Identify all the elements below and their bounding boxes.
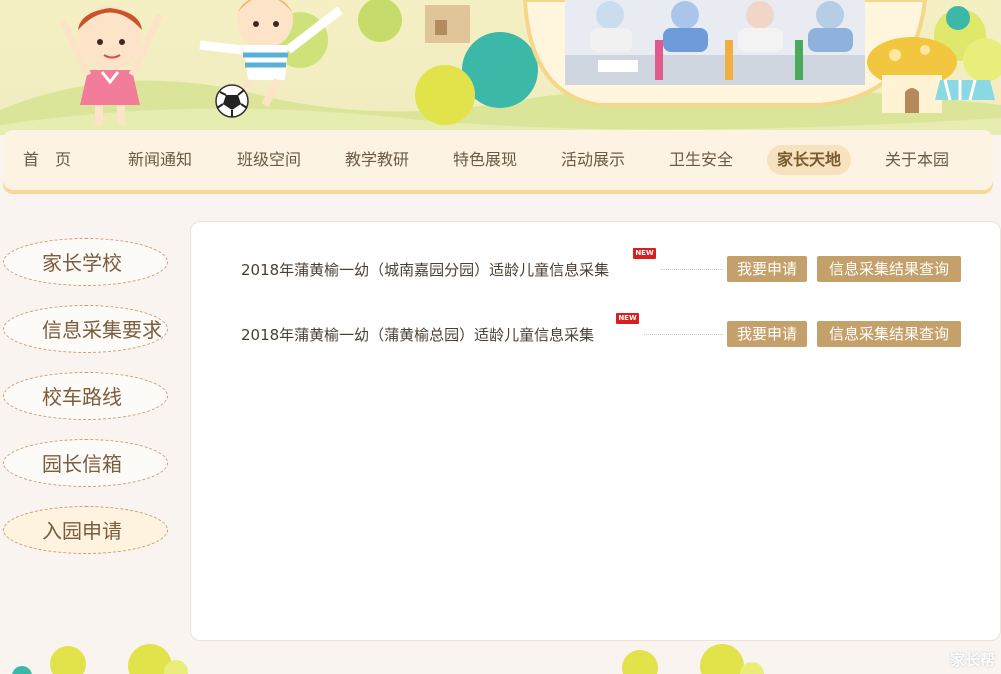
nav-item-parents[interactable]: 家长天地 — [767, 145, 852, 175]
nav-item-activities[interactable]: 活动展示 — [561, 145, 625, 175]
sidebar-item-mailbox[interactable]: 园长信箱 — [3, 439, 168, 487]
new-badge: NEW — [633, 248, 656, 259]
content-panel: 2018年蒲黄榆一幼（城南嘉园分园）适龄儿童信息采集 NEW 我要申请 信息采集… — [190, 221, 1001, 641]
sidebar-item-bus-routes[interactable]: 校车路线 — [3, 372, 168, 420]
sidebar-item-enrollment[interactable]: 入园申请 — [3, 506, 168, 554]
apply-button[interactable]: 我要申请 — [727, 256, 807, 282]
new-badge: NEW — [616, 313, 639, 324]
query-results-button[interactable]: 信息采集结果查询 — [817, 321, 961, 347]
watermark-logo: 家长帮 — [949, 651, 995, 669]
sidebar-item-parent-school[interactable]: 家长学校 — [3, 238, 168, 286]
banner-illustration — [0, 0, 1001, 135]
nav-item-class[interactable]: 班级空间 — [237, 145, 301, 175]
nav-item-safety[interactable]: 卫生安全 — [669, 145, 733, 175]
nav-item-features[interactable]: 特色展现 — [453, 145, 517, 175]
nav-item-news[interactable]: 新闻通知 — [128, 145, 192, 175]
sidebar-item-info-requirements[interactable]: 信息采集要求 — [3, 305, 168, 353]
nav-item-teaching[interactable]: 教学教研 — [345, 145, 409, 175]
nav-item-about[interactable]: 关于本园 — [885, 145, 949, 175]
list-item: 2018年蒲黄榆一幼（城南嘉园分园）适龄儿童信息采集 NEW 我要申请 信息采集… — [241, 248, 971, 282]
article-title-link[interactable]: 2018年蒲黄榆一幼（蒲黄榆总园）适龄儿童信息采集 — [241, 324, 594, 345]
dotted-divider — [661, 269, 723, 270]
nav-item-home[interactable]: 首 页 — [23, 145, 71, 175]
dotted-divider — [644, 334, 723, 335]
header-banner — [0, 0, 1001, 135]
query-results-button[interactable]: 信息采集结果查询 — [817, 256, 961, 282]
article-title-link[interactable]: 2018年蒲黄榆一幼（城南嘉园分园）适龄儿童信息采集 — [241, 259, 609, 280]
list-item: 2018年蒲黄榆一幼（蒲黄榆总园）适龄儿童信息采集 NEW 我要申请 信息采集结… — [241, 313, 971, 347]
main-nav: 首 页 新闻通知 班级空间 教学教研 特色展现 活动展示 卫生安全 家长天地 关… — [3, 130, 993, 190]
apply-button[interactable]: 我要申请 — [727, 321, 807, 347]
tree-decoration-icon — [12, 644, 764, 674]
